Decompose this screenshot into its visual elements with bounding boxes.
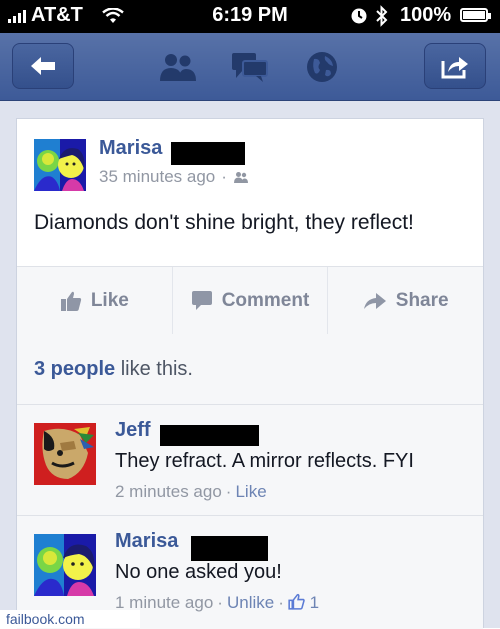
watermark: failbook.com	[0, 610, 140, 628]
navigation-bar	[0, 33, 500, 101]
meta-separator: ·	[217, 593, 223, 612]
battery-icon	[460, 8, 491, 22]
comment-timestamp: 2 minutes ago	[115, 482, 222, 501]
friends-icon[interactable]	[158, 49, 198, 85]
comment-meta: 2 minutes ago · Like	[115, 482, 267, 502]
battery-percent: 100%	[400, 4, 452, 26]
share-post-button[interactable]: Share	[328, 267, 483, 334]
like-button[interactable]: Like	[17, 267, 173, 334]
meta-separator: ·	[225, 482, 232, 501]
post-timestamp[interactable]: 35 minutes ago	[99, 167, 215, 187]
share-arrow-icon	[363, 292, 386, 309]
comment-text: They refract. A mirror reflects. FYI	[115, 450, 414, 472]
messages-icon[interactable]	[230, 49, 270, 85]
redaction-bar	[191, 536, 268, 561]
likes-count[interactable]: 3 people	[34, 358, 115, 380]
comment-label: Comment	[221, 289, 310, 311]
globe-icon[interactable]	[302, 49, 342, 85]
back-button[interactable]	[12, 43, 74, 89]
comment-meta: 1 minute ago · Unlike · 1	[115, 593, 319, 613]
avatar[interactable]	[34, 534, 96, 596]
like-label: Like	[90, 289, 129, 311]
status-bar: AT&T 6:19 PM 100%	[0, 0, 500, 33]
friends-privacy-icon	[233, 171, 248, 183]
share-label: Share	[395, 289, 449, 311]
comment-author-name[interactable]: Jeff	[115, 419, 151, 442]
comment-unlike-link[interactable]: Unlike	[227, 593, 274, 612]
thumbs-up-icon	[288, 593, 305, 610]
bluetooth-icon	[375, 5, 389, 33]
comment-icon	[191, 291, 212, 310]
likes-text: like this.	[115, 358, 193, 380]
meta-separator: ·	[278, 593, 284, 612]
post-card: Marisa 35 minutes ago · Diamonds don't s…	[16, 118, 484, 629]
meta-separator: ·	[221, 167, 227, 186]
redaction-bar	[160, 425, 259, 446]
comment-author-name[interactable]: Marisa	[115, 530, 178, 553]
post-author-name[interactable]: Marisa	[99, 137, 162, 160]
news-feed: Marisa 35 minutes ago · Diamonds don't s…	[0, 101, 500, 629]
likes-summary[interactable]: 3 people like this.	[17, 334, 483, 405]
comment-text: No one asked you!	[115, 561, 282, 583]
share-button[interactable]	[424, 43, 486, 89]
comment-item: Jeff They refract. A mirror reflects. FY…	[17, 405, 483, 516]
post-text: Diamonds don't shine bright, they reflec…	[34, 211, 414, 234]
avatar[interactable]	[34, 423, 96, 485]
thumbs-up-icon	[60, 291, 81, 311]
post-meta: 35 minutes ago ·	[99, 167, 249, 187]
alarm-icon	[350, 7, 368, 31]
comment-button[interactable]: Comment	[173, 267, 329, 334]
share-icon	[441, 57, 468, 79]
post-actions: Like Comment Share	[17, 266, 483, 335]
back-arrow-icon	[31, 57, 55, 75]
comment-like-count[interactable]: 1	[310, 593, 319, 612]
redaction-bar	[171, 142, 245, 165]
comment-like-link[interactable]: Like	[235, 482, 266, 501]
avatar[interactable]	[34, 139, 86, 191]
